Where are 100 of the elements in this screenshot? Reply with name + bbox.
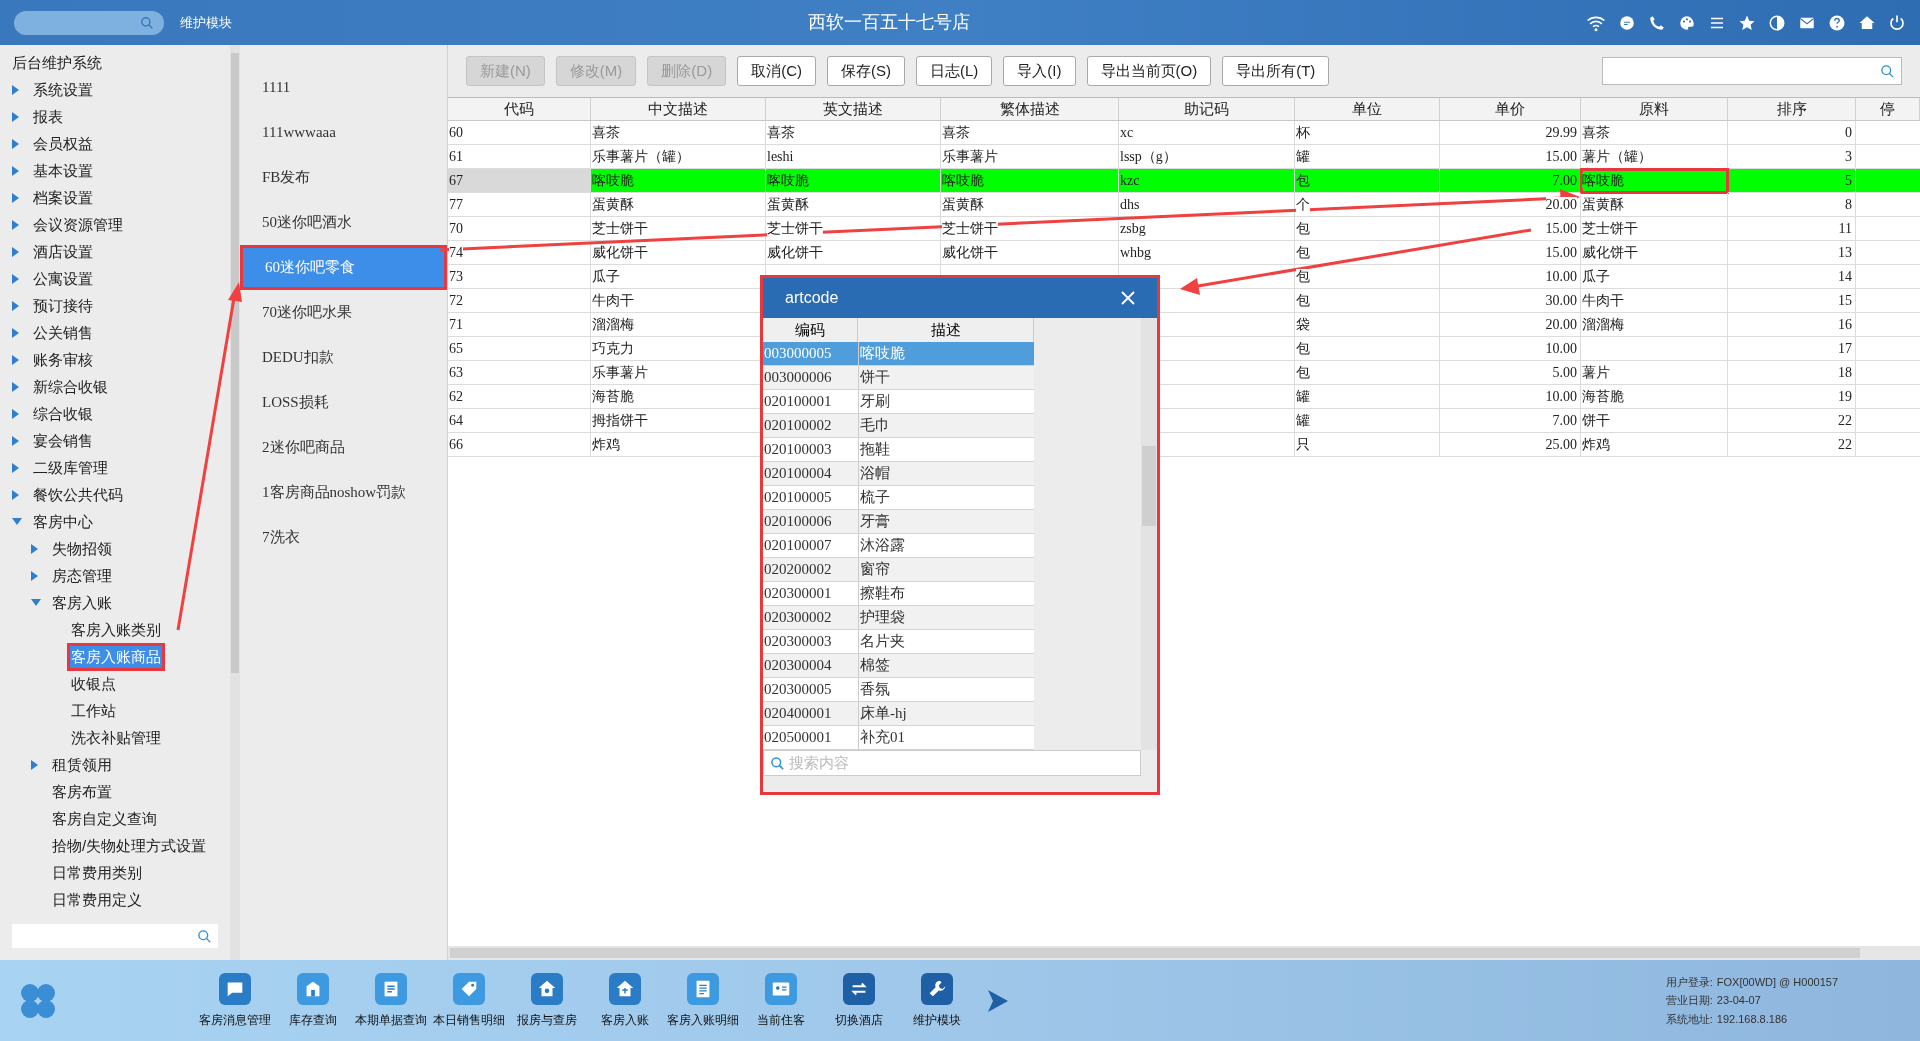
description-cell[interactable]: 梳子	[858, 486, 1034, 509]
dock-label[interactable]: 当前住客	[757, 1010, 805, 1029]
caret-down-icon[interactable]	[12, 517, 22, 526]
search-field[interactable]	[14, 10, 164, 35]
column-header[interactable]: 中文描述	[591, 98, 766, 120]
help-icon[interactable]	[1828, 13, 1846, 32]
tree-item[interactable]: 会议资源管理	[32, 213, 124, 236]
tree-item[interactable]: 工作站	[70, 699, 117, 722]
tree-item[interactable]: 宴会销售	[32, 429, 94, 452]
description-cell[interactable]: 浴帽	[858, 462, 1034, 485]
tree-item[interactable]: 新综合收银	[32, 375, 109, 398]
dock-label[interactable]: 客房入账明细	[667, 1010, 739, 1029]
column-header[interactable]: 排序	[1728, 98, 1856, 120]
description-cell[interactable]: 名片夹	[858, 630, 1034, 653]
code-cell[interactable]: 020300004	[763, 654, 858, 677]
column-header[interactable]: 英文描述	[766, 98, 941, 120]
tree-item[interactable]: 二级库管理	[32, 456, 109, 479]
description-cell[interactable]: 床单-hj	[858, 702, 1034, 725]
caret-right-icon[interactable]	[12, 192, 20, 203]
code-cell[interactable]: 020100001	[763, 390, 858, 413]
dock-label[interactable]: 切换酒店	[835, 1010, 883, 1029]
category-item[interactable]: 111wwwaaa	[240, 110, 447, 155]
tree-item[interactable]: 日常费用定义	[51, 888, 143, 911]
caret-right-icon[interactable]	[12, 111, 20, 122]
category-item[interactable]: 2迷你吧商品	[240, 425, 447, 470]
code-cell[interactable]: 020300001	[763, 582, 858, 605]
tree-item[interactable]: 失物招领	[51, 537, 113, 560]
category-item[interactable]: 7洗衣	[240, 515, 447, 560]
caret-right-icon[interactable]	[12, 273, 20, 284]
caret-right-icon[interactable]	[12, 246, 20, 257]
category-item[interactable]: LOSS损耗	[240, 380, 447, 425]
caret-right-icon[interactable]	[12, 138, 20, 149]
id-card-icon[interactable]	[765, 972, 797, 1005]
column-header[interactable]: 单位	[1295, 98, 1440, 120]
toolbar-button[interactable]: 取消(C)	[737, 56, 816, 86]
code-cell[interactable]: 020200002	[763, 558, 858, 581]
tree-item[interactable]: 日常费用类别	[51, 861, 143, 884]
code-cell[interactable]: 020100003	[763, 438, 858, 461]
code-cell[interactable]: 020100002	[763, 414, 858, 437]
house-icon[interactable]	[531, 972, 563, 1005]
description-cell[interactable]: 拖鞋	[858, 438, 1034, 461]
code-cell[interactable]: 020100007	[763, 534, 858, 557]
swap-icon[interactable]	[843, 972, 875, 1005]
caret-right-icon[interactable]	[12, 219, 20, 230]
category-item[interactable]: DEDU扣款	[240, 335, 447, 380]
category-item[interactable]: 1111	[240, 65, 447, 110]
tree-item[interactable]: 账务审核	[32, 348, 94, 371]
dock-label[interactable]: 报房与查房	[517, 1010, 577, 1029]
house-icon[interactable]	[609, 972, 641, 1005]
description-cell[interactable]: 护理袋	[858, 606, 1034, 629]
search-field[interactable]	[1602, 57, 1902, 85]
caret-right-icon[interactable]	[12, 165, 20, 176]
wrench-icon[interactable]	[921, 972, 953, 1005]
tree-item[interactable]: 客房布置	[51, 780, 113, 803]
tree-item[interactable]: 公寓设置	[32, 267, 94, 290]
power-icon[interactable]	[1888, 13, 1906, 32]
code-cell[interactable]: 020100005	[763, 486, 858, 509]
code-cell[interactable]: 020100004	[763, 462, 858, 485]
caret-right-icon[interactable]	[31, 543, 39, 554]
category-item[interactable]: 1客房商品noshow罚款	[240, 470, 447, 515]
scrollbar-thumb[interactable]	[1142, 446, 1156, 526]
tree-item[interactable]: 会员权益	[32, 132, 94, 155]
tree-item[interactable]: 预订接待	[32, 294, 94, 317]
dock-label[interactable]: 客房入账	[601, 1010, 649, 1029]
column-header[interactable]: 停	[1856, 98, 1920, 120]
code-cell[interactable]: 003000006	[763, 366, 858, 389]
column-header[interactable]: 繁体描述	[941, 98, 1119, 120]
contrast-icon[interactable]	[1768, 13, 1786, 32]
caret-right-icon[interactable]	[12, 408, 20, 419]
toolbar-button[interactable]: 导出所有(T)	[1222, 56, 1330, 86]
description-cell[interactable]: 沐浴露	[858, 534, 1034, 557]
description-cell[interactable]: 补充01	[858, 726, 1034, 749]
tree-item[interactable]: 租赁领用	[51, 753, 113, 776]
code-cell[interactable]: 020100006	[763, 510, 858, 533]
description-cell[interactable]: 牙膏	[858, 510, 1034, 533]
dock-label[interactable]: 维护模块	[913, 1010, 961, 1029]
toolbar-button[interactable]: 保存(S)	[827, 56, 905, 86]
caret-right-icon[interactable]	[12, 435, 20, 446]
tree-item[interactable]: 客房中心	[32, 510, 94, 533]
toolbar-button[interactable]: 导出当前页(O)	[1086, 56, 1212, 86]
building-icon[interactable]	[297, 972, 329, 1005]
tree-item[interactable]: 档案设置	[32, 186, 94, 209]
caret-right-icon[interactable]	[12, 327, 20, 338]
caret-right-icon[interactable]	[12, 354, 20, 365]
code-cell[interactable]: 020300005	[763, 678, 858, 701]
toolbar-button[interactable]: 导入(I)	[1003, 56, 1076, 86]
toolbar-button[interactable]: 日志(L)	[916, 56, 993, 86]
phone-icon[interactable]	[1648, 13, 1666, 32]
caret-right-icon[interactable]	[31, 570, 39, 581]
description-cell[interactable]: 毛巾	[858, 414, 1034, 437]
tree-item[interactable]: 客房自定义查询	[51, 807, 158, 830]
tree-item[interactable]: 房态管理	[51, 564, 113, 587]
tree-item[interactable]: 报表	[32, 105, 64, 128]
search-field[interactable]	[12, 924, 218, 948]
caret-right-icon[interactable]	[12, 489, 20, 500]
caret-right-icon[interactable]	[31, 759, 39, 770]
palette-icon[interactable]	[1678, 13, 1696, 32]
chat-icon[interactable]	[1618, 13, 1636, 32]
description-cell[interactable]: 棉签	[858, 654, 1034, 677]
category-item[interactable]: 70迷你吧水果	[240, 290, 447, 335]
